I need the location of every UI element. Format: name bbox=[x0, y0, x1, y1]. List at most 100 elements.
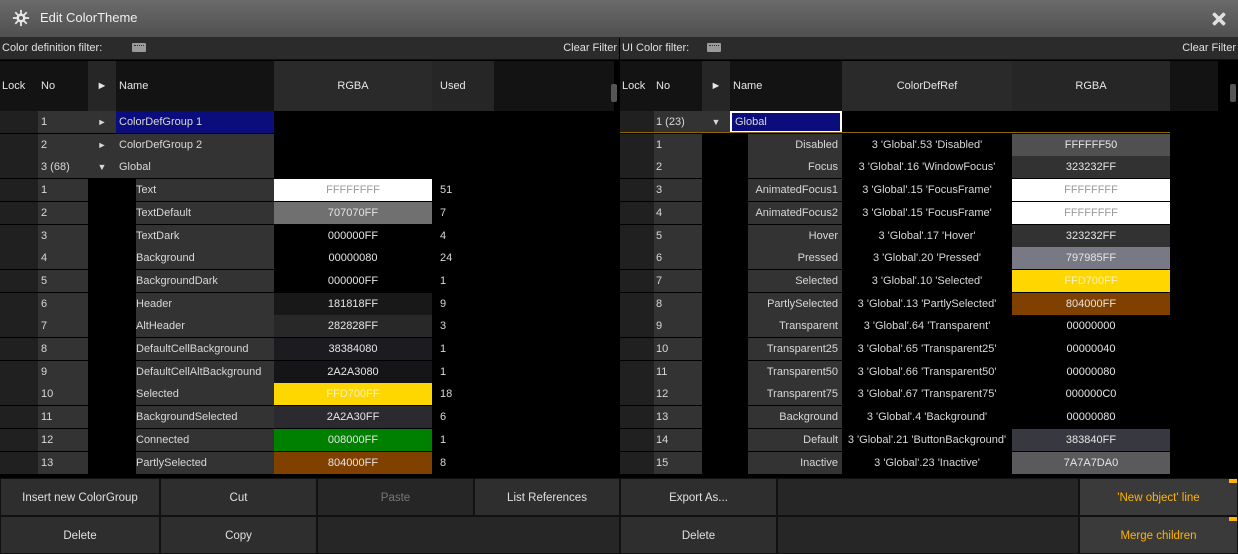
table-row[interactable]: 14 Default 3 'Global'.21 'ButtonBackground… bbox=[620, 428, 1218, 451]
col-rgba[interactable]: RGBA bbox=[1012, 61, 1170, 111]
lock-cell[interactable] bbox=[620, 428, 654, 451]
item-name[interactable]: Background bbox=[136, 247, 274, 270]
color-def-ref[interactable]: 3 'Global'.67 'Transparent75' bbox=[842, 383, 1012, 406]
lock-cell[interactable] bbox=[0, 156, 38, 179]
color-swatch[interactable]: 804000FF bbox=[274, 451, 432, 474]
color-swatch[interactable]: FFFFFF50 bbox=[1012, 133, 1170, 156]
color-def-ref[interactable]: 3 'Global'.23 'Inactive' bbox=[842, 451, 1012, 474]
lock-cell[interactable] bbox=[0, 451, 38, 474]
expand-arrow-icon[interactable]: ▼ bbox=[702, 111, 730, 133]
table-row[interactable]: 13 Background 3 'Global'.4 'Background' 000… bbox=[620, 406, 1218, 429]
item-name[interactable]: AnimatedFocus1 bbox=[748, 179, 842, 202]
item-name[interactable]: Transparent50 bbox=[748, 360, 842, 383]
item-name[interactable]: Disabled bbox=[748, 133, 842, 156]
color-swatch[interactable]: 008000FF bbox=[274, 428, 432, 451]
lock-cell[interactable] bbox=[620, 133, 654, 156]
lock-cell[interactable] bbox=[0, 406, 38, 429]
color-def-ref[interactable]: 3 'Global'.65 'Transparent25' bbox=[842, 338, 1012, 360]
table-row[interactable]: 7 AltHeader 282828FF 3 bbox=[0, 315, 614, 338]
paste-button[interactable]: Paste bbox=[317, 478, 474, 516]
color-swatch[interactable]: 2A2A30FF bbox=[274, 406, 432, 429]
color-swatch[interactable]: 323232FF bbox=[1012, 224, 1170, 247]
item-name[interactable]: Transparent25 bbox=[748, 338, 842, 360]
delete-button-left[interactable]: Delete bbox=[0, 516, 160, 554]
item-name[interactable]: TextDefault bbox=[136, 201, 274, 224]
item-name[interactable]: PartlySelected bbox=[136, 451, 274, 474]
expand-arrow-icon[interactable]: ► bbox=[88, 133, 116, 156]
col-name[interactable]: Name bbox=[730, 61, 842, 111]
lock-cell[interactable] bbox=[0, 133, 38, 156]
color-swatch[interactable]: 707070FF bbox=[274, 201, 432, 224]
insert-new-colorgroup-button[interactable]: Insert new ColorGroup bbox=[0, 478, 160, 516]
col-name[interactable]: Name bbox=[116, 61, 274, 111]
lock-cell[interactable] bbox=[0, 360, 38, 383]
scrollbar-handle-left[interactable] bbox=[611, 84, 617, 102]
item-name[interactable]: Default bbox=[748, 428, 842, 451]
table-row[interactable]: 2 Focus 3 'Global'.16 'WindowFocus' 323232F… bbox=[620, 156, 1218, 179]
color-swatch[interactable]: 181818FF bbox=[274, 292, 432, 315]
item-name[interactable]: Focus bbox=[748, 156, 842, 179]
group-name[interactable]: Global bbox=[116, 156, 274, 179]
item-name[interactable]: BackgroundSelected bbox=[136, 406, 274, 429]
item-name[interactable]: DefaultCellBackground bbox=[136, 338, 274, 360]
table-row[interactable]: 12 Connected 008000FF 1 bbox=[0, 428, 614, 451]
item-name[interactable]: Transparent75 bbox=[748, 383, 842, 406]
lock-cell[interactable] bbox=[620, 269, 654, 292]
color-swatch[interactable]: FFFFFFFF bbox=[274, 179, 432, 202]
table-row[interactable]: 15 Inactive 3 'Global'.23 'Inactive' 7A7A7D… bbox=[620, 451, 1218, 474]
expand-all-icon[interactable]: ► bbox=[88, 61, 116, 111]
lock-cell[interactable] bbox=[620, 451, 654, 474]
color-swatch[interactable]: 00000080 bbox=[274, 247, 432, 270]
table-row[interactable]: 3 AnimatedFocus1 3 'Global'.15 'FocusFrame… bbox=[620, 179, 1218, 202]
list-references-button[interactable]: List References bbox=[474, 478, 620, 516]
group-row[interactable]: 1 ► ColorDefGroup 1 bbox=[0, 111, 614, 133]
item-name[interactable]: AltHeader bbox=[136, 315, 274, 338]
table-row[interactable]: 4 Background 00000080 24 bbox=[0, 247, 614, 270]
color-swatch[interactable]: 323232FF bbox=[1012, 156, 1170, 179]
table-row[interactable]: 4 AnimatedFocus2 3 'Global'.15 'FocusFrame… bbox=[620, 201, 1218, 224]
color-swatch[interactable]: FFFFFFFF bbox=[1012, 179, 1170, 202]
lock-cell[interactable] bbox=[620, 179, 654, 202]
col-used[interactable]: Used bbox=[432, 61, 494, 111]
color-def-ref[interactable]: 3 'Global'.21 'ButtonBackground' bbox=[842, 428, 1012, 451]
lock-cell[interactable] bbox=[0, 383, 38, 406]
color-swatch[interactable]: 2A2A3080 bbox=[274, 360, 432, 383]
lock-cell[interactable] bbox=[0, 338, 38, 360]
clear-filter-button-right[interactable]: Clear Filter bbox=[1182, 42, 1236, 54]
item-name[interactable]: PartlySelected bbox=[748, 292, 842, 315]
export-as-button[interactable]: Export As... bbox=[620, 478, 777, 516]
table-row[interactable]: 3 TextDark 000000FF 4 bbox=[0, 224, 614, 247]
color-def-ref[interactable]: 3 'Global'.53 'Disabled' bbox=[842, 133, 1012, 156]
item-name[interactable]: DefaultCellAltBackground bbox=[136, 360, 274, 383]
color-def-ref[interactable]: 3 'Global'.4 'Background' bbox=[842, 406, 1012, 429]
keyboard-icon[interactable] bbox=[132, 43, 146, 52]
color-swatch[interactable]: 282828FF bbox=[274, 315, 432, 338]
lock-cell[interactable] bbox=[620, 156, 654, 179]
table-row[interactable]: 6 Pressed 3 'Global'.20 'Pressed' 797985FF bbox=[620, 247, 1218, 270]
group-row[interactable]: 1 (23) ▼ Global bbox=[620, 111, 1218, 133]
lock-cell[interactable] bbox=[0, 224, 38, 247]
expand-arrow-icon[interactable]: ► bbox=[88, 111, 116, 133]
table-row[interactable]: 8 PartlySelected 3 'Global'.13 'PartlySele… bbox=[620, 292, 1218, 315]
item-name[interactable]: Inactive bbox=[748, 451, 842, 474]
color-swatch[interactable]: 38384080 bbox=[274, 338, 432, 360]
col-lock[interactable]: Lock bbox=[620, 61, 654, 111]
color-def-ref[interactable]: 3 'Global'.10 'Selected' bbox=[842, 269, 1012, 292]
lock-cell[interactable] bbox=[620, 383, 654, 406]
merge-children-toggle[interactable]: Merge children bbox=[1079, 516, 1238, 554]
color-def-ref[interactable]: 3 'Global'.13 'PartlySelected' bbox=[842, 292, 1012, 315]
copy-button[interactable]: Copy bbox=[160, 516, 317, 554]
color-swatch[interactable]: 7A7A7DA0 bbox=[1012, 451, 1170, 474]
table-row[interactable]: 12 Transparent75 3 'Global'.67 'Transparen… bbox=[620, 383, 1218, 406]
color-swatch[interactable]: 00000080 bbox=[1012, 360, 1170, 383]
new-object-line-toggle[interactable]: 'New object' line bbox=[1079, 478, 1238, 516]
table-row[interactable]: 11 BackgroundSelected 2A2A30FF 6 bbox=[0, 406, 614, 429]
color-swatch[interactable]: 00000040 bbox=[1012, 338, 1170, 360]
item-name[interactable]: Background bbox=[748, 406, 842, 429]
cut-button[interactable]: Cut bbox=[160, 478, 317, 516]
color-swatch[interactable]: FFFFFFFF bbox=[1012, 201, 1170, 224]
table-row[interactable]: 9 DefaultCellAltBackground 2A2A3080 1 bbox=[0, 360, 614, 383]
color-swatch[interactable]: 797985FF bbox=[1012, 247, 1170, 270]
col-rgba[interactable]: RGBA bbox=[274, 61, 432, 111]
table-row[interactable]: 5 Hover 3 'Global'.17 'Hover' 323232FF bbox=[620, 224, 1218, 247]
